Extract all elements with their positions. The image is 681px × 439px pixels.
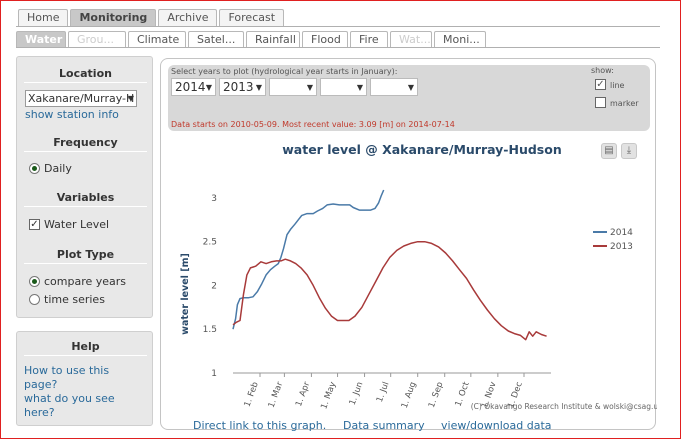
subtab-3[interactable]: Satel... xyxy=(188,31,244,47)
view-download-data-link[interactable]: view/download data xyxy=(441,419,552,432)
y-tick-label: 3 xyxy=(211,194,217,204)
checkbox-icon[interactable] xyxy=(595,97,606,108)
subtab-0[interactable]: Water xyxy=(16,31,66,47)
x-tick-label: 1. Aug xyxy=(400,381,419,410)
location-select[interactable]: Xakanare/Murray-H ▼ xyxy=(25,90,137,107)
chevron-down-icon: ▼ xyxy=(205,83,212,92)
chart-title: water level @ Xakanare/Murray-Hudson xyxy=(282,142,561,157)
y-tick-label: 1 xyxy=(211,369,217,379)
tab-home[interactable]: Home xyxy=(18,9,69,26)
radio-button-icon[interactable] xyxy=(29,276,40,287)
year-select-1[interactable]: 2014 ▼ xyxy=(171,78,216,96)
y-tick-label: 2.5 xyxy=(203,238,217,248)
checkbox-checked-icon[interactable]: ✓ xyxy=(29,219,40,230)
y-tick-label: 1.5 xyxy=(203,325,217,335)
location-value: Xakanare/Murray-H xyxy=(28,92,135,105)
years-label: Select years to plot (hydrological year … xyxy=(171,67,398,76)
frequency-heading: Frequency xyxy=(53,136,118,149)
plot-type-heading: Plot Type xyxy=(56,248,115,261)
plot-type-compare-years-option[interactable]: compare years xyxy=(29,275,126,288)
show-marker-label: marker xyxy=(610,99,639,108)
show-marker-option[interactable]: marker xyxy=(595,97,639,108)
chevron-down-icon: ▼ xyxy=(255,83,262,92)
chevron-down-icon: ▼ xyxy=(127,94,134,103)
year-select-2[interactable]: 2013 ▼ xyxy=(219,78,266,96)
frequency-daily-option[interactable]: Daily xyxy=(29,162,72,175)
divider xyxy=(24,263,147,264)
plot-type-compare-years-label: compare years xyxy=(44,275,127,288)
variable-water-level-option[interactable]: ✓ Water Level xyxy=(29,218,109,231)
show-station-info-link[interactable]: show station info xyxy=(25,108,119,121)
x-tick-label: 1. Feb xyxy=(243,381,261,409)
series-line-2013 xyxy=(232,240,547,341)
divider xyxy=(24,206,147,207)
data-range-note: Data starts on 2010-05-09. Most recent v… xyxy=(171,120,455,129)
x-tick-label: 1. Jun xyxy=(348,381,366,407)
divider xyxy=(24,82,147,83)
show-label: show: xyxy=(591,66,614,75)
x-tick-label: 1. Sep xyxy=(427,381,446,410)
x-tick-label: 1. Apr xyxy=(294,380,312,408)
subtab-4[interactable]: Rainfall xyxy=(246,31,300,47)
variables-heading: Variables xyxy=(56,191,115,204)
year-select-5[interactable]: ▼ xyxy=(370,78,418,96)
help-heading: Help xyxy=(71,340,100,353)
y-axis-label: water level [m] xyxy=(180,253,191,335)
x-tick-label: 1. May xyxy=(319,381,338,411)
plot-type-time-series-label: time series xyxy=(44,293,105,306)
subtab-5[interactable]: Flood xyxy=(302,31,348,47)
main-nav-tabs: Home Monitoring Archive Forecast xyxy=(18,9,286,26)
checkbox-checked-icon[interactable]: ✓ xyxy=(595,79,606,90)
tab-forecast[interactable]: Forecast xyxy=(219,9,285,26)
help-what-do-you-see-link[interactable]: what do you see here? xyxy=(24,392,124,420)
legend-label-2014: 2014 xyxy=(610,228,633,238)
year-select-4[interactable]: ▼ xyxy=(320,78,367,96)
chevron-down-icon: ▼ xyxy=(407,83,414,92)
data-summary-link[interactable]: Data summary xyxy=(343,419,425,432)
subtab-1[interactable]: Grou... xyxy=(68,31,126,47)
tabs-divider xyxy=(16,26,660,27)
tab-archive[interactable]: Archive xyxy=(158,9,218,26)
divider xyxy=(24,355,147,356)
chart-credit: (C) Okavango Research Institute & wolski… xyxy=(471,402,657,411)
y-tick-label: 2 xyxy=(211,281,217,291)
options-panel: Location Xakanare/Murray-H ▼ show statio… xyxy=(16,56,153,318)
plot-controls: Select years to plot (hydrological year … xyxy=(168,65,650,131)
year-select-1-value: 2014 xyxy=(175,80,206,94)
subtabs-divider xyxy=(16,47,660,48)
show-line-label: line xyxy=(610,81,625,90)
x-tick-label: 1. Oct xyxy=(454,380,472,408)
location-heading: Location xyxy=(59,67,112,80)
divider xyxy=(24,151,147,152)
chevron-down-icon: ▼ xyxy=(306,83,313,92)
plot-type-time-series-option[interactable]: time series xyxy=(29,293,105,306)
tab-monitoring[interactable]: Monitoring xyxy=(70,9,157,26)
frequency-daily-label: Daily xyxy=(44,162,72,175)
subtab-6[interactable]: Fire xyxy=(350,31,388,47)
sub-nav-tabs: Water Grou... Climate Satel... Rainfall Flood… xyxy=(16,31,488,47)
help-how-to-use-link[interactable]: How to use this page? xyxy=(24,364,119,392)
show-line-option[interactable]: ✓ line xyxy=(595,79,624,90)
direct-link[interactable]: Direct link to this graph. xyxy=(193,419,326,432)
chart-panel: Select years to plot (hydrological year … xyxy=(160,58,657,432)
radio-button-icon[interactable] xyxy=(29,163,40,174)
variable-water-level-label: Water Level xyxy=(44,218,110,231)
water-level-chart: water level @ Xakanare/Murray-Hudson wat… xyxy=(180,142,657,411)
legend-label-2013: 2013 xyxy=(610,242,633,252)
year-select-2-value: 2013 xyxy=(223,80,254,94)
subtab-8[interactable]: Moni... xyxy=(434,31,486,47)
chevron-down-icon: ▼ xyxy=(356,83,363,92)
radio-button-icon[interactable] xyxy=(29,294,40,305)
subtab-7[interactable]: Wat... xyxy=(390,31,432,47)
x-tick-label: 1. Mar xyxy=(267,380,286,409)
year-select-3[interactable]: ▼ xyxy=(269,78,317,96)
subtab-2[interactable]: Climate xyxy=(128,31,186,47)
x-tick-label: 1. Jul xyxy=(375,381,392,404)
help-panel: Help How to use this page? what do you s… xyxy=(16,331,153,426)
